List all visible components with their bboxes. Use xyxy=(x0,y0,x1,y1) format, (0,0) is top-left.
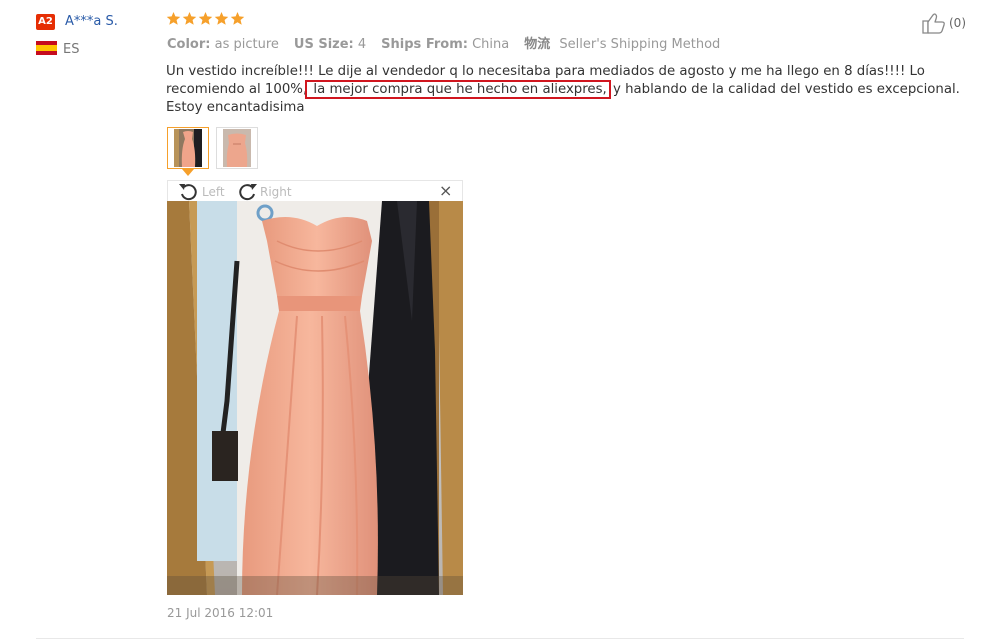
photo-thumbnail-2[interactable] xyxy=(216,127,258,169)
star-rating xyxy=(166,11,246,31)
attr-color-value: as picture xyxy=(214,37,279,52)
active-thumbnail-indicator xyxy=(182,169,194,176)
rotate-left-button[interactable]: Left xyxy=(178,182,225,201)
rotate-right-icon xyxy=(239,184,257,201)
star-icon xyxy=(166,11,181,25)
star-icon xyxy=(230,11,245,25)
reviewer-name[interactable]: A***a S. xyxy=(65,13,118,31)
dress-photo-image xyxy=(167,201,463,595)
rotate-left-label: Left xyxy=(202,184,225,199)
star-icon xyxy=(214,11,229,25)
reviewer-country: ES xyxy=(63,42,80,57)
user-level-badge: A2 xyxy=(36,14,55,30)
order-attributes: Color: as picture US Size: 4 Ships From:… xyxy=(167,36,735,54)
attr-logistics-value: Seller's Shipping Method xyxy=(559,37,721,52)
attr-color-label: Color: xyxy=(167,37,211,52)
review-date: 21 Jul 2016 12:01 xyxy=(167,606,274,620)
rotate-left-icon xyxy=(179,184,197,201)
star-icon xyxy=(182,11,197,25)
star-icon xyxy=(198,11,213,25)
close-viewer-button[interactable]: × xyxy=(439,181,452,201)
review-text: Un vestido increíble!!! Le dije al vende… xyxy=(166,63,976,117)
photo-thumbnail-1[interactable] xyxy=(167,127,209,169)
thumbnail-image xyxy=(174,129,202,167)
helpful-count: (0) xyxy=(949,16,966,30)
review-photo-large xyxy=(167,201,463,595)
rotate-right-label: Right xyxy=(260,184,292,199)
helpful-button[interactable]: (0) xyxy=(921,12,966,34)
attr-size-value: 4 xyxy=(357,37,367,52)
attr-size-label: US Size: xyxy=(293,37,354,52)
review-divider xyxy=(36,638,964,639)
rotate-right-button[interactable]: Right xyxy=(236,182,292,201)
photo-viewer-toolbar: Left Right × xyxy=(167,180,463,201)
attr-logistics-label: 物流 xyxy=(524,37,551,52)
attr-ships-from-value: China xyxy=(472,37,510,52)
spain-flag-icon xyxy=(36,41,57,55)
attr-ships-from-label: Ships From: xyxy=(381,37,468,52)
thumbs-up-icon xyxy=(922,13,945,34)
thumbnail-image xyxy=(223,129,251,167)
review-highlight: la mejor compra que he hecho en aliexpre… xyxy=(305,80,611,99)
